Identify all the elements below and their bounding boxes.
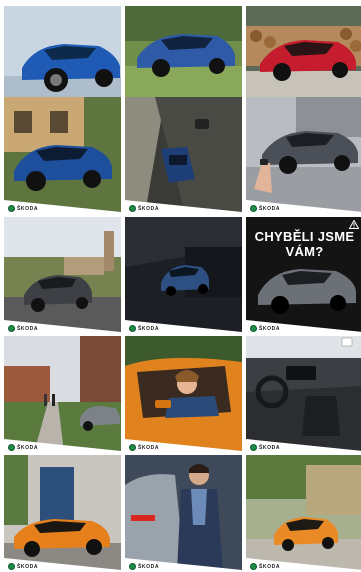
post-tile-suv-dark-garage[interactable]: ŠKODA <box>125 217 242 334</box>
post-tile-orange-car-blue-door[interactable]: ŠKODA <box>4 455 121 572</box>
brand-banner: ŠKODA <box>125 316 242 334</box>
post-tile-grey-suv-key[interactable]: ŠKODA <box>246 97 361 214</box>
brand-label: ŠKODA <box>17 325 39 332</box>
skoda-logo-icon <box>250 205 257 212</box>
promo-headline: CHYBĚLI JSME VÁM? <box>254 229 355 259</box>
post-tile-street-walkers[interactable]: ŠKODA <box>4 336 121 453</box>
skoda-logo-icon <box>129 444 136 451</box>
brand-banner: ŠKODA <box>125 435 242 453</box>
skoda-logo-icon <box>129 205 136 212</box>
post-tile-man-grey-car[interactable]: ŠKODA <box>125 455 242 572</box>
brand-banner: ŠKODA <box>4 554 121 572</box>
brand-banner: ŠKODA <box>246 196 361 214</box>
brand-banner: ŠKODA <box>246 435 361 453</box>
post-tile-promo-missed-us[interactable]: CHYBĚLI JSME VÁM? ŠKODA <box>246 217 361 334</box>
skoda-logo-icon <box>129 563 136 570</box>
skoda-logo-icon <box>8 205 15 212</box>
brand-banner: ŠKODA <box>4 435 121 453</box>
post-tile-blue-suv-house[interactable]: ŠKODA <box>4 97 121 214</box>
brand-label: ŠKODA <box>138 325 160 332</box>
warning-triangle-icon <box>349 220 359 229</box>
brand-label: ŠKODA <box>17 563 39 570</box>
skoda-logo-icon <box>8 563 15 570</box>
brand-label: ŠKODA <box>259 325 281 332</box>
skoda-logo-icon <box>250 563 257 570</box>
brand-banner: ŠKODA <box>4 196 121 214</box>
brand-label: ŠKODA <box>17 444 39 451</box>
brand-banner: ŠKODA <box>246 554 361 572</box>
skoda-logo-icon <box>250 444 257 451</box>
instagram-photo-grid: ŠKODA ŠKODA ŠKODA ŠKODA ŠKODA CHYBĚLI JS… <box>0 0 361 572</box>
brand-label: ŠKODA <box>259 563 281 570</box>
post-tile-suv-castle-road[interactable]: ŠKODA <box>4 217 121 334</box>
post-tile-car-interior-dashboard[interactable]: ŠKODA <box>246 336 361 453</box>
skoda-logo-icon <box>8 444 15 451</box>
post-tile-car-tunnel-aerial[interactable]: ŠKODA <box>125 97 242 214</box>
brand-label: ŠKODA <box>138 563 160 570</box>
post-tile-woman-orange-car[interactable]: ŠKODA <box>125 336 242 453</box>
skoda-logo-icon <box>8 325 15 332</box>
brand-label: ŠKODA <box>138 444 160 451</box>
brand-label: ŠKODA <box>259 444 281 451</box>
brand-banner: ŠKODA <box>125 196 242 214</box>
post-tile-orange-car-street[interactable]: ŠKODA <box>246 455 361 572</box>
brand-banner: ŠKODA <box>4 316 121 334</box>
brand-label: ŠKODA <box>17 205 39 212</box>
brand-banner: ŠKODA <box>125 554 242 572</box>
skoda-logo-icon <box>250 325 257 332</box>
brand-banner: ŠKODA <box>246 316 361 334</box>
skoda-logo-icon <box>129 325 136 332</box>
brand-label: ŠKODA <box>259 205 281 212</box>
brand-label: ŠKODA <box>138 205 160 212</box>
